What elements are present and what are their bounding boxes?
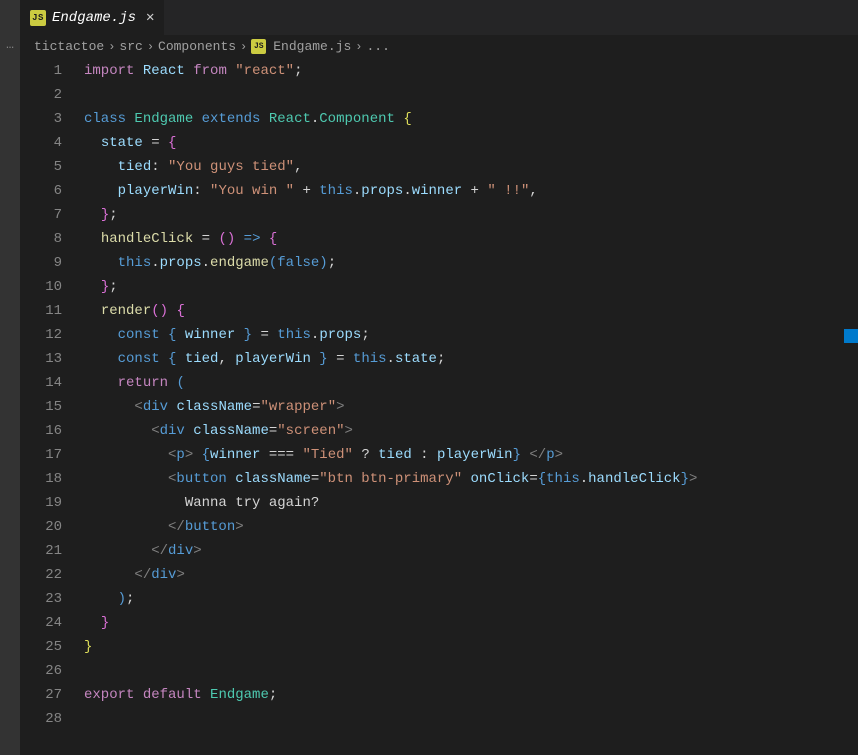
breadcrumb[interactable]: tictactoe › src › Components › JS Endgam…: [20, 35, 858, 59]
js-file-icon: JS: [30, 10, 46, 26]
code-line: tied: "You guys tied",: [84, 155, 844, 179]
code-line: handleClick = () => {: [84, 227, 844, 251]
tab-bar: JS Endgame.js ✕: [20, 0, 858, 35]
code-line: };: [84, 275, 844, 299]
code-line: <p> {winner === "Tied" ? tied : playerWi…: [84, 443, 844, 467]
line-number: 17: [20, 443, 62, 467]
crumb-file[interactable]: Endgame.js: [273, 39, 351, 54]
code-line: );: [84, 587, 844, 611]
code-line: [84, 707, 844, 731]
code-line: </button>: [84, 515, 844, 539]
line-number: 26: [20, 659, 62, 683]
line-number: 18: [20, 467, 62, 491]
code-line: const { winner } = this.props;: [84, 323, 844, 347]
code-line: </div>: [84, 563, 844, 587]
code-line: <div className="screen">: [84, 419, 844, 443]
line-number: 15: [20, 395, 62, 419]
line-number: 28: [20, 707, 62, 731]
line-number: 27: [20, 683, 62, 707]
code-line: <div className="wrapper">: [84, 395, 844, 419]
code-line: render() {: [84, 299, 844, 323]
close-icon[interactable]: ✕: [142, 9, 154, 26]
editor-main: JS Endgame.js ✕ tictactoe › src › Compon…: [20, 0, 858, 755]
line-number: 22: [20, 563, 62, 587]
line-number: 21: [20, 539, 62, 563]
cursor-position-marker: [844, 329, 858, 343]
code-line: this.props.endgame(false);: [84, 251, 844, 275]
line-number: 14: [20, 371, 62, 395]
code-line: }: [84, 635, 844, 659]
code-line: </div>: [84, 539, 844, 563]
chevron-right-icon: ›: [147, 40, 154, 54]
tab-filename: Endgame.js: [52, 10, 136, 26]
code-line: <button className="btn btn-primary" onCl…: [84, 467, 844, 491]
code-line: return (: [84, 371, 844, 395]
chevron-right-icon: ›: [355, 40, 362, 54]
line-number-gutter: 1234567891011121314151617181920212223242…: [20, 59, 80, 755]
line-number: 19: [20, 491, 62, 515]
code-line: class Endgame extends React.Component {: [84, 107, 844, 131]
crumb-components[interactable]: Components: [158, 39, 236, 54]
line-number: 24: [20, 611, 62, 635]
chevron-right-icon: ›: [240, 40, 247, 54]
code-line: const { tied, playerWin } = this.state;: [84, 347, 844, 371]
line-number: 12: [20, 323, 62, 347]
code-line: import React from "react";: [84, 59, 844, 83]
line-number: 8: [20, 227, 62, 251]
code-line: Wanna try again?: [84, 491, 844, 515]
tab-endgame-js[interactable]: JS Endgame.js ✕: [20, 0, 165, 35]
line-number: 4: [20, 131, 62, 155]
code-line: };: [84, 203, 844, 227]
line-number: 13: [20, 347, 62, 371]
line-number: 2: [20, 83, 62, 107]
line-number: 23: [20, 587, 62, 611]
code-area[interactable]: import React from "react"; class Endgame…: [80, 59, 844, 755]
activity-bar: …: [0, 0, 20, 755]
line-number: 10: [20, 275, 62, 299]
line-number: 25: [20, 635, 62, 659]
code-line: }: [84, 611, 844, 635]
code-editor[interactable]: 1234567891011121314151617181920212223242…: [20, 59, 858, 755]
ellipsis-icon: …: [0, 0, 20, 51]
line-number: 9: [20, 251, 62, 275]
chevron-right-icon: ›: [108, 40, 115, 54]
overview-ruler[interactable]: [844, 59, 858, 755]
line-number: 7: [20, 203, 62, 227]
crumb-tail[interactable]: ...: [366, 39, 389, 54]
code-line: state = {: [84, 131, 844, 155]
js-file-icon: JS: [251, 39, 266, 54]
line-number: 16: [20, 419, 62, 443]
code-line: [84, 659, 844, 683]
code-line: export default Endgame;: [84, 683, 844, 707]
crumb-project[interactable]: tictactoe: [34, 39, 104, 54]
crumb-src[interactable]: src: [119, 39, 142, 54]
code-line: playerWin: "You win " + this.props.winne…: [84, 179, 844, 203]
code-line: [84, 83, 844, 107]
line-number: 11: [20, 299, 62, 323]
line-number: 3: [20, 107, 62, 131]
line-number: 1: [20, 59, 62, 83]
line-number: 5: [20, 155, 62, 179]
line-number: 6: [20, 179, 62, 203]
line-number: 20: [20, 515, 62, 539]
